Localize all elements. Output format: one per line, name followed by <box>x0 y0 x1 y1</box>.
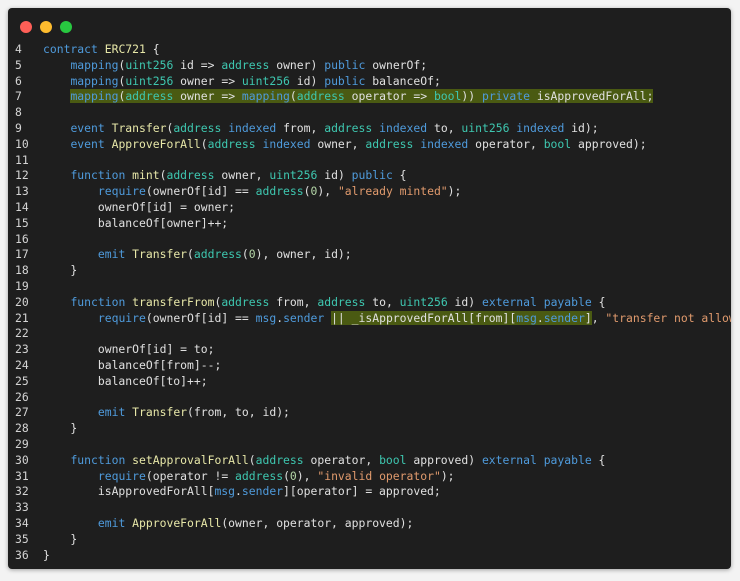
code-text: require(ownerOf[id] == address(0), "alre… <box>97 184 462 199</box>
code-line: 21 require(ownerOf[id] == msg.sender || … <box>8 310 731 327</box>
line-number: 22 <box>15 326 29 341</box>
code-text: function setApprovalForAll(address opera… <box>70 452 606 467</box>
line-number: 18 <box>15 263 29 278</box>
code-line: 14 ownerOf[id] = owner; <box>8 200 731 216</box>
code-text: ownerOf[id] = to; <box>43 342 215 357</box>
line-number: 5 <box>15 57 22 72</box>
code-text: balanceOf[owner]++; <box>43 215 229 230</box>
line-number: 16 <box>15 231 29 246</box>
line-number: 36 <box>15 547 29 562</box>
code-text: emit ApproveForAll(owner, operator, appr… <box>97 515 414 530</box>
line-number: 4 <box>15 42 22 56</box>
line-number: 26 <box>15 389 29 404</box>
line-number: 17 <box>15 247 29 262</box>
code-text: event Transfer(address indexed from, add… <box>70 120 599 135</box>
line-number: 15 <box>15 215 29 230</box>
line-number: 34 <box>15 515 29 530</box>
line-number: 28 <box>15 421 29 436</box>
code-line: 23 ownerOf[id] = to; <box>8 342 731 358</box>
code-line: 16 <box>8 232 731 248</box>
code-line: 34 emit ApproveForAll(owner, operator, a… <box>8 516 731 532</box>
line-number: 9 <box>15 120 22 135</box>
line-number: 11 <box>15 152 29 167</box>
code-line: 5 mapping(uint256 id => address owner) p… <box>8 58 731 74</box>
code-text: balanceOf[from]--; <box>43 357 222 372</box>
line-number: 32 <box>15 484 29 499</box>
code-text: event ApproveForAll(address indexed owne… <box>70 136 647 151</box>
code-line: 9 event Transfer(address indexed from, a… <box>8 121 731 137</box>
code-line: 10 event ApproveForAll(address indexed o… <box>8 137 731 153</box>
line-number: 29 <box>15 436 29 451</box>
line-number: 23 <box>15 342 29 357</box>
code-text: function mint(address owner, uint256 id)… <box>70 168 407 183</box>
line-number: 33 <box>15 500 29 515</box>
line-number: 20 <box>15 294 29 309</box>
code-line: 17 emit Transfer(address(0), owner, id); <box>8 247 731 263</box>
close-window-button[interactable] <box>20 21 32 33</box>
line-number: 30 <box>15 452 29 467</box>
code-text: require(operator != address(0), "invalid… <box>97 468 455 483</box>
code-line: 8 <box>8 105 731 121</box>
code-line: 22 <box>8 326 731 342</box>
code-text: mapping(address owner => mapping(address… <box>70 89 654 104</box>
code-line: 31 require(operator != address(0), "inva… <box>8 469 731 485</box>
line-number: 19 <box>15 278 29 293</box>
code-line: 4 contract ERC721 { <box>8 42 731 58</box>
code-text: } <box>43 263 78 278</box>
code-text: } <box>43 421 78 436</box>
line-number: 35 <box>15 531 29 546</box>
code-text: } <box>43 547 50 562</box>
line-number: 31 <box>15 468 29 483</box>
code-text: contract ERC721 { <box>43 42 160 56</box>
line-number: 27 <box>15 405 29 420</box>
code-line: 19 <box>8 279 731 295</box>
line-number: 24 <box>15 357 29 372</box>
code-text: mapping(uint256 owner => uint256 id) pub… <box>70 73 441 88</box>
code-line: 27 emit Transfer(from, to, id); <box>8 405 731 421</box>
code-text: mapping(uint256 id => address owner) pub… <box>70 57 428 72</box>
code-line: 30 function setApprovalForAll(address op… <box>8 453 731 469</box>
code-text: balanceOf[to]++; <box>43 373 208 388</box>
code-line: 26 <box>8 390 731 406</box>
line-number: 7 <box>15 89 22 104</box>
code-line: 33 <box>8 500 731 516</box>
code-text: emit Transfer(from, to, id); <box>97 405 290 420</box>
line-number: 14 <box>15 199 29 214</box>
code-line: 12 function mint(address owner, uint256 … <box>8 168 731 184</box>
code-line: 35 } <box>8 532 731 548</box>
line-number: 6 <box>15 73 22 88</box>
line-number: 8 <box>15 105 22 120</box>
code-line: 28 } <box>8 421 731 437</box>
code-line: 24 balanceOf[from]--; <box>8 358 731 374</box>
code-window: 4 contract ERC721 { 5 mapping(uint256 id =… <box>8 8 731 569</box>
line-number: 10 <box>15 136 29 151</box>
minimize-window-button[interactable] <box>40 21 52 33</box>
code-line: 13 require(ownerOf[id] == address(0), "a… <box>8 184 731 200</box>
code-line: 6 mapping(uint256 owner => uint256 id) p… <box>8 74 731 90</box>
code-line: 11 <box>8 153 731 169</box>
code-text: emit Transfer(address(0), owner, id); <box>97 247 352 262</box>
code-line: 36} <box>8 548 731 564</box>
code-text: ownerOf[id] = owner; <box>43 199 236 214</box>
code-line: 29 <box>8 437 731 453</box>
code-line: 15 balanceOf[owner]++; <box>8 216 731 232</box>
line-number: 21 <box>15 310 29 325</box>
line-number: 13 <box>15 184 29 199</box>
code-line: 18 } <box>8 263 731 279</box>
code-text: function transferFrom(address from, addr… <box>70 294 606 309</box>
window-controls <box>20 21 72 33</box>
line-number: 12 <box>15 168 29 183</box>
code-text: } <box>43 531 78 546</box>
line-number: 25 <box>15 373 29 388</box>
code-text: isApprovedForAll[msg.sender][operator] =… <box>43 484 441 499</box>
code-line: 25 balanceOf[to]++; <box>8 374 731 390</box>
maximize-window-button[interactable] <box>60 21 72 33</box>
code-line: 20 function transferFrom(address from, a… <box>8 295 731 311</box>
code-line: 32 isApprovedForAll[msg.sender][operator… <box>8 484 731 500</box>
code-text: require(ownerOf[id] == msg.sender || _is… <box>97 310 731 325</box>
code-line: 7 mapping(address owner => mapping(addre… <box>8 89 731 105</box>
code-editor[interactable]: 4 contract ERC721 { 5 mapping(uint256 id =… <box>8 42 731 563</box>
